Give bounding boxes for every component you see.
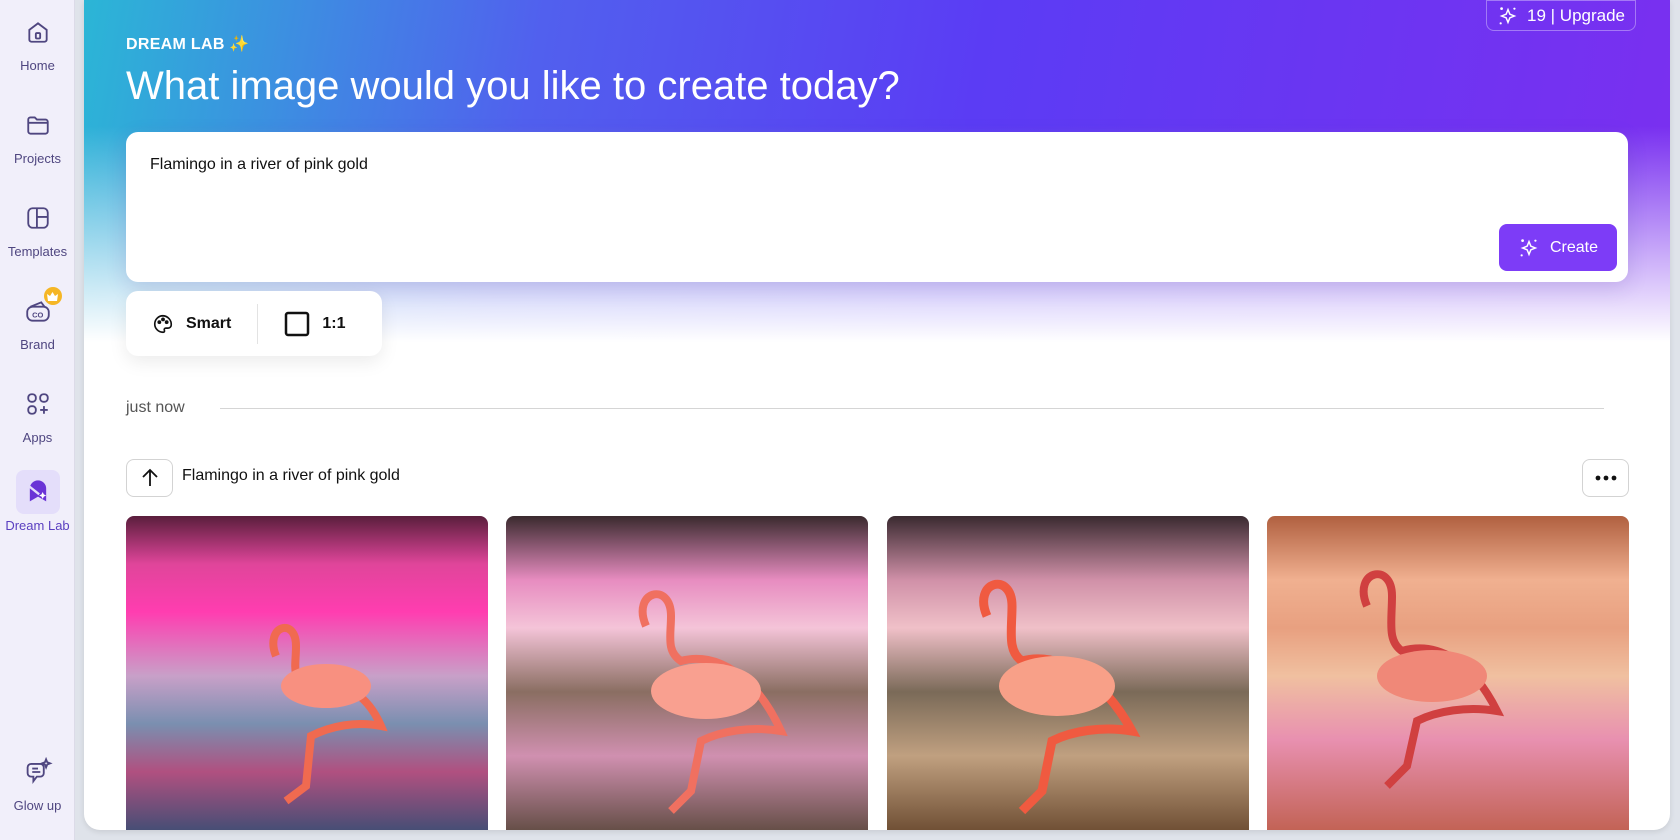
palette-icon	[154, 314, 173, 333]
flamingo-image	[979, 579, 1141, 815]
aspect-ratio-label: 1:1	[322, 314, 346, 332]
generated-image-2[interactable]	[506, 516, 868, 830]
main-panel: DREAM LAB ✨ What image would you like to…	[84, 0, 1670, 830]
generated-image-3[interactable]	[887, 516, 1249, 830]
brand-kit-icon: CO	[16, 287, 62, 333]
history-prompt: Flamingo in a river of pink gold	[182, 467, 400, 484]
style-selector[interactable]: Smart	[126, 313, 257, 335]
dream-lab-icon	[15, 470, 60, 514]
sidebar-item-brand[interactable]: CO Brand	[0, 287, 75, 352]
upgrade-button[interactable]: 19 | Upgrade	[1486, 0, 1636, 31]
flamingo-image	[638, 590, 788, 814]
sidebar-item-label: Dream Lab	[5, 518, 70, 533]
arrow-up-icon	[141, 468, 158, 486]
options-bar: Smart 1:1	[126, 291, 382, 356]
sidebar-item-home[interactable]: Home	[0, 10, 75, 73]
glow-up-icon	[16, 750, 60, 794]
generated-image-4[interactable]	[1267, 516, 1629, 830]
sidebar-item-apps[interactable]: Apps	[0, 382, 75, 445]
sidebar-item-label: Templates	[7, 244, 68, 259]
more-icon	[1595, 475, 1616, 481]
page-title: What image would you like to create toda…	[126, 64, 900, 108]
credits-label: 19 | Upgrade	[1527, 5, 1625, 25]
sidebar-item-glow-up[interactable]: Glow up	[0, 750, 75, 813]
create-button[interactable]: Create	[1499, 224, 1617, 271]
crown-icon	[43, 287, 62, 305]
sidebar-item-projects[interactable]: Projects	[0, 103, 75, 166]
folder-icon	[16, 103, 60, 147]
divider	[220, 408, 1604, 409]
flamingo-image	[269, 623, 388, 805]
sidebar: Home Projects Templates CO Brand Apps Dr…	[0, 0, 75, 840]
history-group-label: just now	[126, 399, 185, 416]
more-options-button[interactable]	[1582, 459, 1629, 497]
sidebar-item-label: Projects	[14, 151, 61, 166]
style-label: Smart	[186, 314, 232, 332]
sidebar-item-label: Brand	[20, 337, 55, 352]
sidebar-item-label: Glow up	[13, 798, 62, 813]
create-label: Create	[1549, 238, 1599, 256]
reuse-prompt-button[interactable]	[126, 459, 173, 497]
svg-text:CO: CO	[32, 310, 43, 319]
aspect-ratio-selector[interactable]: 1:1	[258, 311, 371, 337]
square-icon	[285, 311, 310, 336]
home-icon	[16, 10, 60, 54]
sparkles-icon	[1499, 6, 1517, 24]
sidebar-item-label: Apps	[22, 430, 53, 445]
flamingo-image	[1359, 570, 1505, 789]
sparkles-icon	[1520, 238, 1538, 256]
apps-icon	[16, 382, 60, 426]
sidebar-item-label: Home	[20, 58, 55, 73]
prompt-input[interactable]: Flamingo in a river of pink gold Create	[126, 132, 1628, 282]
templates-icon	[16, 196, 60, 240]
generated-image-1[interactable]	[126, 516, 488, 830]
sidebar-item-dream-lab[interactable]: Dream Lab	[0, 470, 75, 533]
eyebrow-label: DREAM LAB ✨	[126, 36, 250, 53]
prompt-text[interactable]: Flamingo in a river of pink gold	[150, 156, 368, 174]
sidebar-item-templates[interactable]: Templates	[0, 196, 75, 259]
